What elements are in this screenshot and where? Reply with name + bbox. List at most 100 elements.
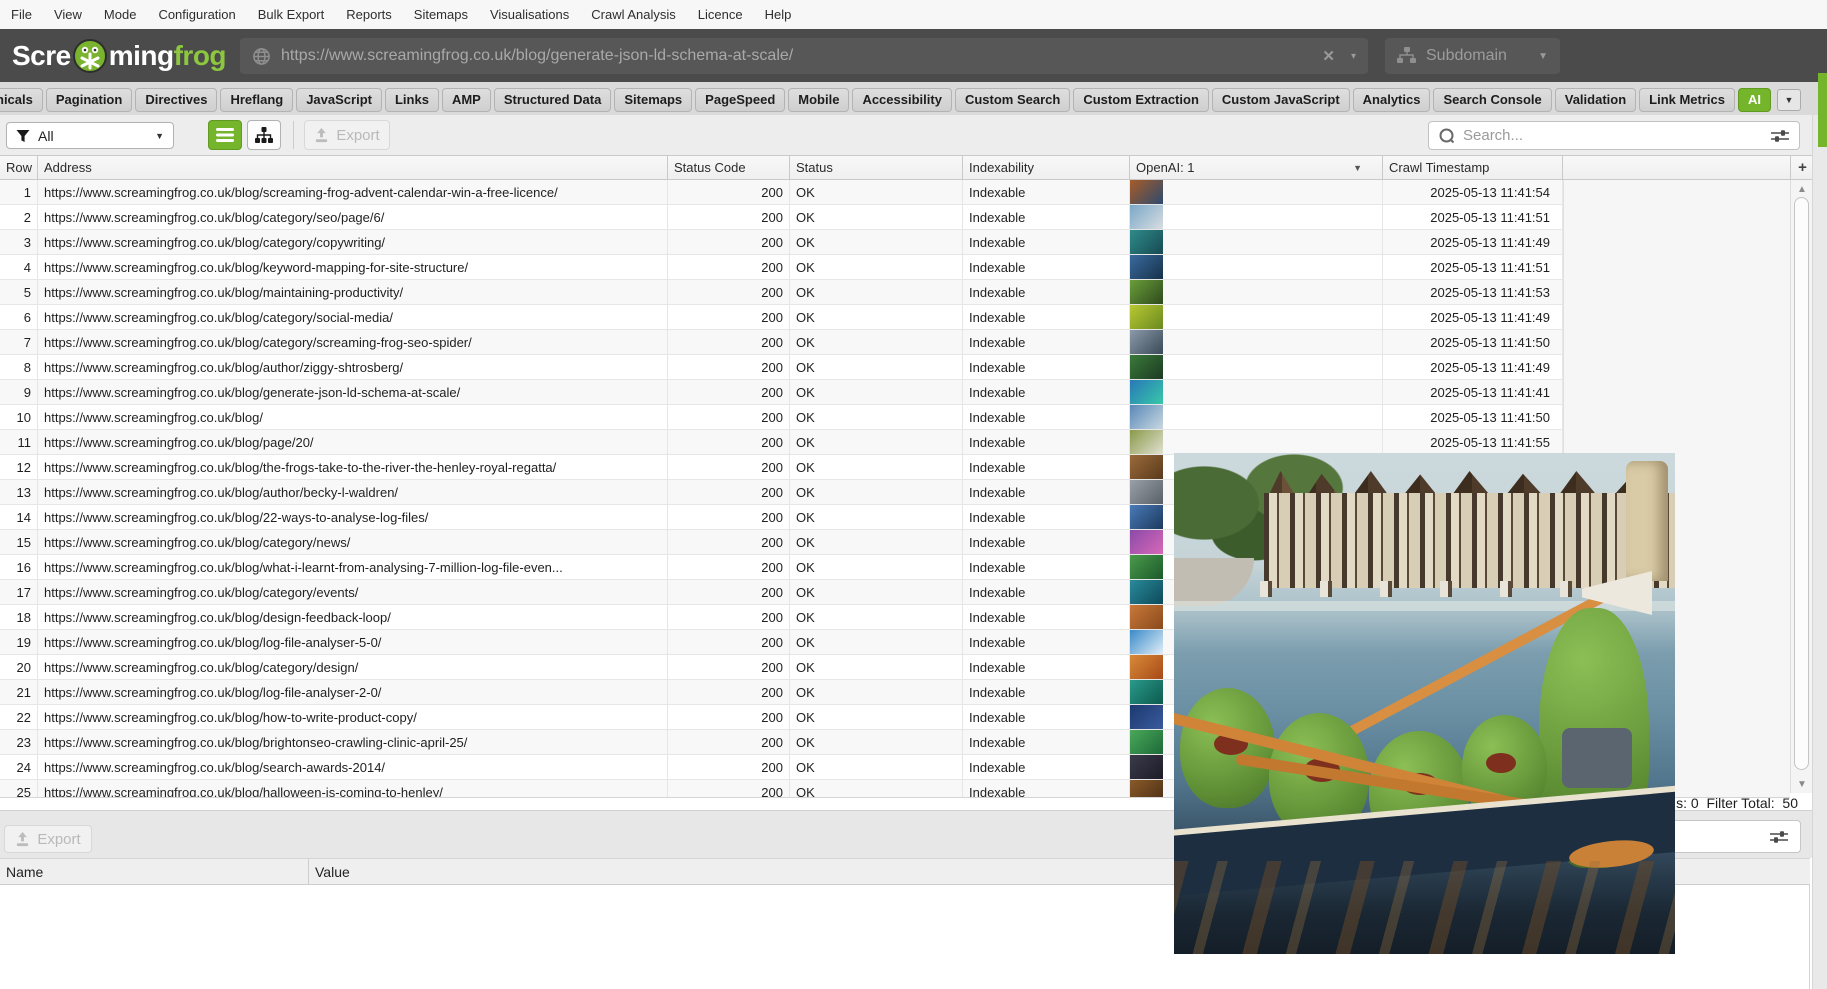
bottom-search-sliders-icon[interactable]: [1770, 830, 1788, 844]
openai-thumbnail[interactable]: [1130, 355, 1163, 379]
tab-mobile[interactable]: Mobile: [788, 88, 849, 112]
cell-status_code: 200: [668, 405, 790, 429]
table-row[interactable]: 2https://www.screamingfrog.co.uk/blog/ca…: [0, 205, 1563, 230]
url-clear-icon[interactable]: ✕: [1322, 47, 1335, 65]
list-view-button[interactable]: [208, 120, 242, 150]
openai-thumbnail[interactable]: [1130, 280, 1163, 304]
export-button[interactable]: Export: [304, 120, 390, 150]
menu-item-visualisations[interactable]: Visualisations: [479, 0, 580, 29]
tab-analytics[interactable]: Analytics: [1353, 88, 1431, 112]
tab-search-console[interactable]: Search Console: [1433, 88, 1551, 112]
table-row[interactable]: 10https://www.screamingfrog.co.uk/blog/2…: [0, 405, 1563, 430]
openai-thumbnail[interactable]: [1130, 580, 1163, 604]
openai-thumbnail[interactable]: [1130, 205, 1163, 229]
menu-item-crawl-analysis[interactable]: Crawl Analysis: [580, 0, 687, 29]
vertical-scrollbar[interactable]: ▲ ▼: [1790, 180, 1812, 793]
column-header-status-code[interactable]: Status Code: [668, 156, 790, 179]
openai-thumbnail[interactable]: [1130, 480, 1163, 504]
search-options-sliders-icon[interactable]: [1771, 129, 1789, 143]
column-header-crawl-timestamp[interactable]: Crawl Timestamp: [1383, 156, 1563, 179]
menu-item-configuration[interactable]: Configuration: [147, 0, 246, 29]
tab-structured-data[interactable]: Structured Data: [494, 88, 612, 112]
menu-item-bulk-export[interactable]: Bulk Export: [247, 0, 335, 29]
tab-directives[interactable]: Directives: [135, 88, 217, 112]
tab-javascript[interactable]: JavaScript: [296, 88, 382, 112]
openai-thumbnail[interactable]: [1130, 780, 1163, 797]
url-input[interactable]: https://www.screamingfrog.co.uk/blog/gen…: [240, 38, 1368, 74]
table-row[interactable]: 4https://www.screamingfrog.co.uk/blog/ke…: [0, 255, 1563, 280]
tab-custom-search[interactable]: Custom Search: [955, 88, 1070, 112]
openai-thumbnail[interactable]: [1130, 405, 1163, 429]
tab-links[interactable]: Links: [385, 88, 439, 112]
column-header-status[interactable]: Status: [790, 156, 963, 179]
openai-thumbnail[interactable]: [1130, 705, 1163, 729]
column-header-openai-1[interactable]: OpenAI: 1▼: [1130, 156, 1383, 179]
openai-thumbnail[interactable]: [1130, 555, 1163, 579]
openai-thumbnail[interactable]: [1130, 730, 1163, 754]
menu-item-help[interactable]: Help: [754, 0, 803, 29]
tab-link-metrics[interactable]: Link Metrics: [1639, 88, 1735, 112]
table-row[interactable]: 5https://www.screamingfrog.co.uk/blog/ma…: [0, 280, 1563, 305]
openai-thumbnail[interactable]: [1130, 755, 1163, 779]
cell-status: OK: [790, 330, 963, 354]
crawl-mode-dropdown[interactable]: Subdomain ▼: [1385, 38, 1560, 74]
tab-sitemaps[interactable]: Sitemaps: [614, 88, 692, 112]
cell-row: 25: [0, 780, 38, 797]
tree-view-button[interactable]: [247, 120, 281, 150]
tab-overflow-chevron-icon[interactable]: ▼: [1777, 89, 1801, 111]
tab-pagespeed[interactable]: PageSpeed: [695, 88, 785, 112]
openai-thumbnail[interactable]: [1130, 330, 1163, 354]
menu-item-file[interactable]: File: [0, 0, 43, 29]
cell-row: 13: [0, 480, 38, 504]
table-row[interactable]: 9https://www.screamingfrog.co.uk/blog/ge…: [0, 380, 1563, 405]
filter-dropdown[interactable]: All ▼: [6, 122, 174, 149]
openai-thumbnail[interactable]: [1130, 305, 1163, 329]
menu-item-reports[interactable]: Reports: [335, 0, 403, 29]
menu-item-sitemaps[interactable]: Sitemaps: [403, 0, 479, 29]
scrollbar-thumb[interactable]: [1794, 197, 1809, 770]
cell-row: 24: [0, 755, 38, 779]
tab-nicals[interactable]: nicals: [0, 88, 43, 112]
openai-thumbnail[interactable]: [1130, 455, 1163, 479]
table-row[interactable]: 6https://www.screamingfrog.co.uk/blog/ca…: [0, 305, 1563, 330]
tab-custom-extraction[interactable]: Custom Extraction: [1073, 88, 1209, 112]
openai-thumbnail[interactable]: [1130, 230, 1163, 254]
column-header-indexability[interactable]: Indexability: [963, 156, 1130, 179]
tab-amp[interactable]: AMP: [442, 88, 491, 112]
tab-validation[interactable]: Validation: [1555, 88, 1636, 112]
menu-item-mode[interactable]: Mode: [93, 0, 148, 29]
bottom-export-button[interactable]: Export: [4, 825, 92, 853]
tab-accessibility[interactable]: Accessibility: [852, 88, 952, 112]
detail-column-header-name[interactable]: Name: [0, 859, 309, 884]
column-header-row[interactable]: Row: [0, 156, 38, 179]
openai-thumbnail[interactable]: [1130, 505, 1163, 529]
url-text[interactable]: https://www.screamingfrog.co.uk/blog/gen…: [281, 47, 1322, 65]
table-row[interactable]: 1https://www.screamingfrog.co.uk/blog/sc…: [0, 180, 1563, 205]
menu-item-licence[interactable]: Licence: [687, 0, 754, 29]
openai-thumbnail[interactable]: [1130, 180, 1163, 204]
tab-pagination[interactable]: Pagination: [46, 88, 132, 112]
table-row[interactable]: 3https://www.screamingfrog.co.uk/blog/ca…: [0, 230, 1563, 255]
openai-thumbnail[interactable]: [1130, 380, 1163, 404]
column-header-address[interactable]: Address: [38, 156, 668, 179]
menu-item-view[interactable]: View: [43, 0, 93, 29]
openai-thumbnail[interactable]: [1130, 680, 1163, 704]
openai-thumbnail[interactable]: [1130, 530, 1163, 554]
openai-thumbnail[interactable]: [1130, 430, 1163, 454]
table-row[interactable]: 7https://www.screamingfrog.co.uk/blog/ca…: [0, 330, 1563, 355]
url-history-caret-icon[interactable]: ▾: [1351, 51, 1356, 62]
column-header-label: Crawl Timestamp: [1389, 160, 1489, 175]
tab-hreflang[interactable]: Hreflang: [220, 88, 293, 112]
table-row[interactable]: 8https://www.screamingfrog.co.uk/blog/au…: [0, 355, 1563, 380]
openai-thumbnail[interactable]: [1130, 630, 1163, 654]
tab-custom-javascript[interactable]: Custom JavaScript: [1212, 88, 1350, 112]
openai-thumbnail[interactable]: [1130, 255, 1163, 279]
scroll-up-icon[interactable]: ▲: [1791, 182, 1813, 196]
search-input[interactable]: Search...: [1428, 121, 1800, 150]
openai-thumbnail[interactable]: [1130, 655, 1163, 679]
scroll-down-icon[interactable]: ▼: [1791, 777, 1813, 791]
table-row[interactable]: 11https://www.screamingfrog.co.uk/blog/p…: [0, 430, 1563, 455]
tab-ai[interactable]: AI: [1738, 88, 1771, 112]
ai-image-preview[interactable]: [1174, 453, 1675, 954]
openai-thumbnail[interactable]: [1130, 605, 1163, 629]
